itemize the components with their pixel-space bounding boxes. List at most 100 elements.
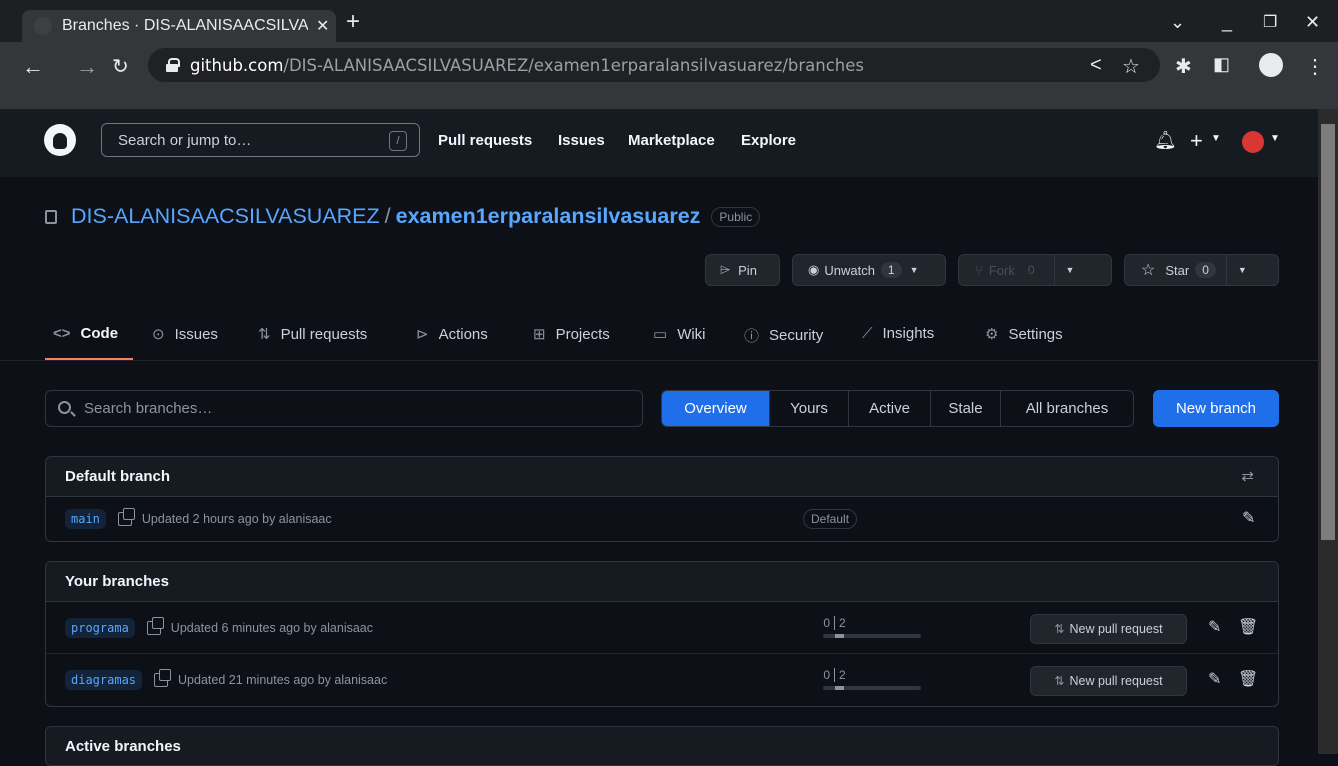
chevron-down-icon[interactable]: ▼ bbox=[1211, 133, 1221, 144]
behind-count: 0 bbox=[823, 616, 835, 630]
tab-security[interactable]: ⓘ Security bbox=[744, 325, 823, 346]
rename-pencil-icon[interactable]: ✎ bbox=[1208, 617, 1221, 637]
pin-label: Pin bbox=[738, 262, 757, 278]
star-label: Star bbox=[1165, 262, 1190, 278]
restore-icon[interactable]: ❐ bbox=[1263, 12, 1277, 32]
book-icon: ▭ bbox=[653, 326, 668, 343]
tab-issues[interactable]: ⊙ Issues bbox=[152, 325, 218, 344]
search-icon bbox=[58, 401, 71, 414]
filter-stale[interactable]: Stale bbox=[931, 391, 1001, 426]
github-logo-icon[interactable] bbox=[44, 124, 76, 156]
chevron-down-icon[interactable]: ▼ bbox=[1270, 133, 1280, 144]
pin-button[interactable]: ⌲ Pin bbox=[705, 254, 780, 286]
url-host: github.com bbox=[190, 55, 284, 75]
play-icon: ⊳ bbox=[416, 326, 429, 343]
browser-toolbar: ← → ↻ github.com/DIS-ALANISAACSILVASUARE… bbox=[0, 42, 1338, 109]
tab-code[interactable]: <> Code bbox=[53, 325, 118, 342]
new-pull-request-button[interactable]: ⇅ New pull request bbox=[1030, 666, 1187, 696]
ahead-fill bbox=[835, 634, 844, 638]
tab-pull-requests[interactable]: ⇅ Pull requests bbox=[258, 325, 368, 344]
your-branches-box: Your branches programa Updated 6 minutes… bbox=[45, 561, 1279, 707]
branch-name-link[interactable]: diagramas bbox=[65, 670, 143, 690]
star-icon: ☆ bbox=[1141, 262, 1156, 279]
ahead-behind-bar bbox=[823, 686, 921, 690]
new-pull-request-button[interactable]: ⇅ New pull request bbox=[1030, 614, 1187, 644]
delete-trash-icon[interactable]: 🗑︎ bbox=[1238, 669, 1258, 689]
create-new-plus-icon[interactable]: + bbox=[1190, 128, 1203, 154]
filter-all-branches[interactable]: All branches bbox=[1001, 391, 1133, 426]
star-count: 0 bbox=[1195, 262, 1216, 278]
tab-search-icon[interactable]: ⌄ bbox=[1170, 12, 1185, 33]
ahead-behind-bar bbox=[823, 634, 921, 638]
star-button[interactable]: ☆ Star 0 ▼ bbox=[1124, 254, 1279, 286]
branch-row: main Updated 2 hours ago by alanisaac De… bbox=[46, 497, 1278, 541]
rename-pencil-icon[interactable]: ✎ bbox=[1208, 669, 1221, 689]
filter-yours[interactable]: Yours bbox=[770, 391, 849, 426]
global-search-input[interactable]: Search or jump to… / bbox=[101, 123, 420, 157]
unwatch-button[interactable]: ◉ Unwatch 1 ▼ bbox=[792, 254, 946, 286]
repo-name-link[interactable]: examen1erparalansilvasuarez bbox=[396, 204, 701, 229]
copy-icon[interactable] bbox=[154, 669, 172, 687]
nav-marketplace[interactable]: Marketplace bbox=[628, 132, 715, 149]
notifications-bell-icon[interactable]: 🔔︎ bbox=[1154, 130, 1177, 151]
pull-request-icon: ⇅ bbox=[1054, 674, 1065, 688]
close-tab-icon[interactable]: ✕ bbox=[316, 16, 329, 36]
tab-settings[interactable]: ⚙ Settings bbox=[985, 325, 1063, 344]
rename-pencil-icon[interactable]: ✎ bbox=[1242, 508, 1255, 528]
extensions-icon[interactable]: ✱ bbox=[1175, 54, 1192, 79]
tab-projects[interactable]: ⊞ Projects bbox=[533, 325, 610, 344]
tab-label: Pull requests bbox=[280, 325, 368, 343]
section-title: Default branch bbox=[65, 468, 171, 485]
scrollbar-thumb[interactable] bbox=[1321, 124, 1335, 540]
fork-dropdown-caret[interactable]: ▼ bbox=[1053, 255, 1086, 285]
reload-icon[interactable]: ↻ bbox=[112, 54, 129, 79]
close-window-icon[interactable]: ✕ bbox=[1305, 12, 1320, 33]
tab-insights[interactable]: ⟋ Insights bbox=[862, 325, 934, 342]
branch-row: programa Updated 6 minutes ago by alanis… bbox=[46, 602, 1278, 654]
repo-title: DIS-ALANISAACSILVASUAREZ / examen1erpara… bbox=[45, 204, 761, 229]
pin-icon: ⌲ bbox=[720, 262, 731, 277]
new-tab-icon[interactable]: + bbox=[346, 8, 360, 36]
tab-label: Insights bbox=[882, 325, 935, 342]
switch-default-branch-icon[interactable]: ⇄ bbox=[1241, 467, 1254, 485]
lock-icon bbox=[166, 58, 180, 72]
branch-search-input[interactable]: Search branches… bbox=[45, 390, 643, 427]
nav-issues[interactable]: Issues bbox=[558, 132, 605, 149]
watch-count: 1 bbox=[880, 262, 902, 278]
nav-explore[interactable]: Explore bbox=[741, 132, 796, 149]
ahead-count: 2 bbox=[839, 616, 846, 630]
new-branch-button[interactable]: New branch bbox=[1153, 390, 1279, 427]
filter-overview[interactable]: Overview bbox=[662, 391, 770, 426]
branch-name-link[interactable]: programa bbox=[65, 617, 135, 638]
repo-owner-link[interactable]: DIS-ALANISAACSILVASUAREZ bbox=[71, 204, 380, 229]
behind-count: 0 bbox=[823, 668, 835, 682]
github-favicon-icon bbox=[34, 17, 52, 35]
browser-tab[interactable]: Branches · DIS-ALANISAACSILVASUAREZ/exam… bbox=[22, 10, 336, 42]
profile-avatar-icon[interactable] bbox=[1259, 53, 1283, 77]
tab-label: Projects bbox=[555, 325, 610, 343]
copy-icon[interactable] bbox=[117, 508, 135, 526]
star-dropdown-caret[interactable]: ▼ bbox=[1225, 255, 1258, 285]
fork-button[interactable]: ⑂ Fork 0 ▼ bbox=[958, 254, 1112, 286]
menu-kebab-icon[interactable]: ⋮ bbox=[1305, 54, 1325, 79]
ahead-fill bbox=[835, 686, 844, 690]
user-avatar[interactable] bbox=[1242, 131, 1264, 153]
forward-icon[interactable]: → bbox=[76, 54, 98, 80]
copy-icon[interactable] bbox=[146, 616, 164, 635]
delete-trash-icon[interactable]: 🗑︎ bbox=[1238, 617, 1258, 637]
side-panel-icon[interactable]: ◧ bbox=[1213, 54, 1230, 75]
tab-wiki[interactable]: ▭ Wiki bbox=[653, 325, 706, 344]
bookmark-star-icon[interactable]: ☆ bbox=[1122, 54, 1140, 79]
filter-active[interactable]: Active bbox=[849, 391, 931, 426]
branch-name-link[interactable]: main bbox=[65, 509, 106, 529]
branch-search-placeholder: Search branches… bbox=[84, 400, 213, 417]
back-icon[interactable]: ← bbox=[22, 54, 44, 80]
address-bar[interactable]: github.com/DIS-ALANISAACSILVASUAREZ/exam… bbox=[148, 48, 1160, 82]
chevron-down-icon: ▼ bbox=[1237, 265, 1247, 275]
share-icon[interactable]: < bbox=[1090, 54, 1102, 77]
button-label: New pull request bbox=[1069, 674, 1163, 688]
ahead-behind-indicator: 02 bbox=[823, 616, 921, 638]
minimize-icon[interactable]: _ bbox=[1222, 12, 1232, 33]
nav-pull-requests[interactable]: Pull requests bbox=[438, 132, 532, 149]
tab-actions[interactable]: ⊳ Actions bbox=[416, 325, 488, 344]
